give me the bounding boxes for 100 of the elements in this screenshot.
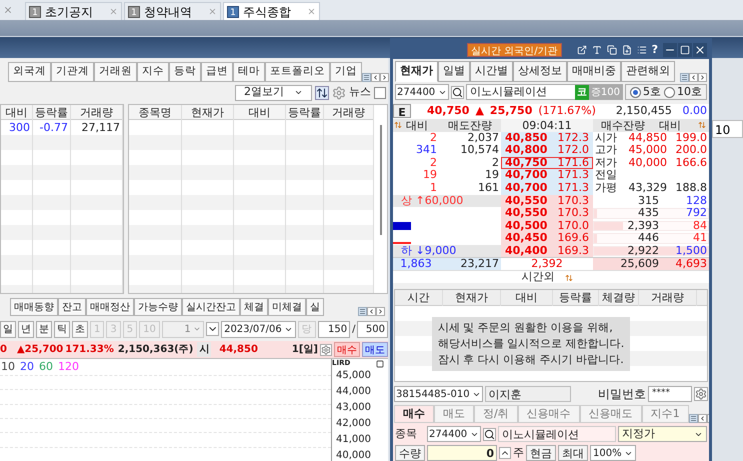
add-icon[interactable]	[622, 44, 632, 55]
tab[interactable]: 미체결	[268, 298, 306, 316]
ratio-dropdown[interactable]: 100%	[590, 445, 636, 461]
tab[interactable]: 지수	[137, 62, 169, 82]
cash-button[interactable]: 현금	[526, 445, 556, 461]
candle-icon	[393, 222, 411, 230]
document-tab[interactable]: 1 초기공지	[25, 2, 122, 20]
ask-price-cell[interactable]: 40,750 171.6	[501, 156, 593, 170]
tab[interactable]: 외국계	[8, 62, 51, 82]
news-checkbox[interactable]	[374, 86, 386, 98]
maximize-icon[interactable]	[678, 42, 692, 57]
price-type-dropdown[interactable]: 지정가	[618, 426, 707, 442]
tab[interactable]: 매도	[434, 405, 474, 424]
tab[interactable]: 매매동향	[10, 298, 58, 316]
document-tab[interactable]: 1 주식종합	[223, 2, 320, 20]
tab[interactable]: 신용매수	[518, 405, 580, 424]
buy-button[interactable]: 매수	[334, 342, 360, 357]
tab[interactable]: 신용매도	[580, 405, 642, 424]
tab[interactable]: 등락	[169, 62, 201, 82]
close-icon[interactable]	[693, 42, 707, 57]
ask-price-cell[interactable]: 40,700 171.3	[501, 169, 593, 182]
radio-button[interactable]	[664, 86, 675, 98]
help-button[interactable]: ?	[652, 42, 658, 58]
window-icon[interactable]	[376, 360, 384, 368]
order-change: 2	[429, 156, 438, 170]
dropdown-icon[interactable]	[206, 322, 220, 336]
spinner-icon[interactable]	[499, 447, 511, 460]
popout-icon[interactable]	[576, 44, 587, 55]
order-change: 792	[685, 207, 708, 220]
period-button[interactable]: 년	[18, 320, 34, 338]
tab[interactable]: 잔고	[58, 298, 86, 316]
tab[interactable]: 급변	[201, 62, 233, 82]
tab[interactable]: 포트폴리오	[265, 62, 330, 82]
tab[interactable]: 테마	[233, 62, 265, 82]
minimize-icon[interactable]	[663, 42, 677, 57]
column-header: 현재가	[182, 105, 233, 120]
tab[interactable]: 상세정보	[513, 61, 567, 82]
sort-icon[interactable]	[564, 274, 572, 282]
left-arrow-icon[interactable]	[689, 73, 698, 82]
tab[interactable]: 기업	[330, 62, 362, 82]
settings-icon[interactable]	[320, 344, 332, 356]
tab[interactable]: 거래원	[94, 62, 137, 82]
menu-icon[interactable]	[680, 73, 689, 82]
e-button[interactable]: E	[393, 104, 411, 118]
code-dropdown[interactable]: 274400	[395, 84, 450, 100]
tab[interactable]: 정/취	[474, 405, 518, 424]
tab[interactable]: 지수1	[642, 405, 689, 424]
search-icon[interactable]	[483, 428, 496, 441]
document-tab[interactable]: 1 청약내역	[124, 2, 221, 20]
stock-name-field[interactable]: 이노시뮬레이션	[498, 426, 616, 442]
period-button[interactable]: 일	[0, 320, 16, 338]
tab[interactable]: 매매정산	[86, 298, 134, 316]
text-icon[interactable]	[592, 44, 602, 55]
sell-button[interactable]: 매도	[362, 342, 388, 357]
left-arrow-icon[interactable]	[371, 73, 380, 82]
tab[interactable]: 관련해외	[621, 61, 675, 82]
quantity-field[interactable]: 0	[427, 445, 497, 461]
max-count-field[interactable]: 500	[357, 320, 388, 338]
quantity-button[interactable]: 수량	[395, 445, 425, 461]
value-field[interactable]: 10	[712, 120, 743, 138]
tab[interactable]: 현재가	[395, 61, 438, 82]
copy-icon[interactable]	[606, 44, 617, 55]
tab[interactable]: 실시간잔고	[182, 298, 240, 316]
tab[interactable]: 매수	[394, 405, 434, 424]
period-button[interactable]: 틱	[54, 320, 70, 338]
search-icon[interactable]	[451, 86, 464, 99]
tab[interactable]: 기관계	[51, 62, 94, 82]
sort-icon[interactable]	[394, 121, 402, 130]
view-dropdown[interactable]: 2열보기	[235, 84, 312, 100]
max-button[interactable]: 최대	[558, 445, 588, 461]
legend-label: 120	[58, 359, 79, 375]
tab[interactable]: 체결	[240, 298, 268, 316]
tab[interactable]: 시간별	[470, 61, 513, 82]
ask-quantity: 161	[477, 182, 500, 194]
account-dropdown[interactable]: 38154485-010	[394, 386, 483, 402]
menu-icon[interactable]	[362, 73, 371, 82]
tab[interactable]: 실	[306, 298, 324, 316]
menu-icon[interactable]	[358, 307, 367, 316]
period-button[interactable]: 초	[72, 320, 88, 338]
ask-price-cell[interactable]: 40,700 171.3	[501, 182, 593, 194]
ask-price-cell[interactable]: 40,800 172.0	[501, 144, 593, 157]
radio-button[interactable]	[630, 86, 641, 98]
stat-rate: 166.6	[674, 156, 708, 170]
stock-name-field[interactable]: 이노시뮬레이션 코 증100	[466, 84, 623, 100]
date-field[interactable]: 2023/07/06	[221, 320, 296, 338]
tab[interactable]: 일별	[438, 61, 470, 82]
split-icon[interactable]	[315, 86, 329, 100]
count-field[interactable]: 150	[318, 320, 350, 338]
code-dropdown[interactable]: 274400	[427, 426, 482, 442]
ask-price-cell[interactable]: 40,850 172.3	[501, 132, 593, 144]
field-label: 종목	[395, 426, 418, 442]
lower-limit: 하 ↓9,000	[400, 244, 456, 257]
tab[interactable]: 매매비중	[567, 61, 621, 82]
settings-icon[interactable]	[694, 387, 708, 402]
sort-icon[interactable]	[698, 121, 706, 130]
tab[interactable]: 가능수량	[134, 298, 182, 316]
order-change: 341	[415, 144, 438, 157]
left-arrow-icon[interactable]	[367, 307, 376, 316]
password-field[interactable]: ****	[648, 386, 692, 402]
period-button[interactable]: 분	[36, 320, 52, 338]
